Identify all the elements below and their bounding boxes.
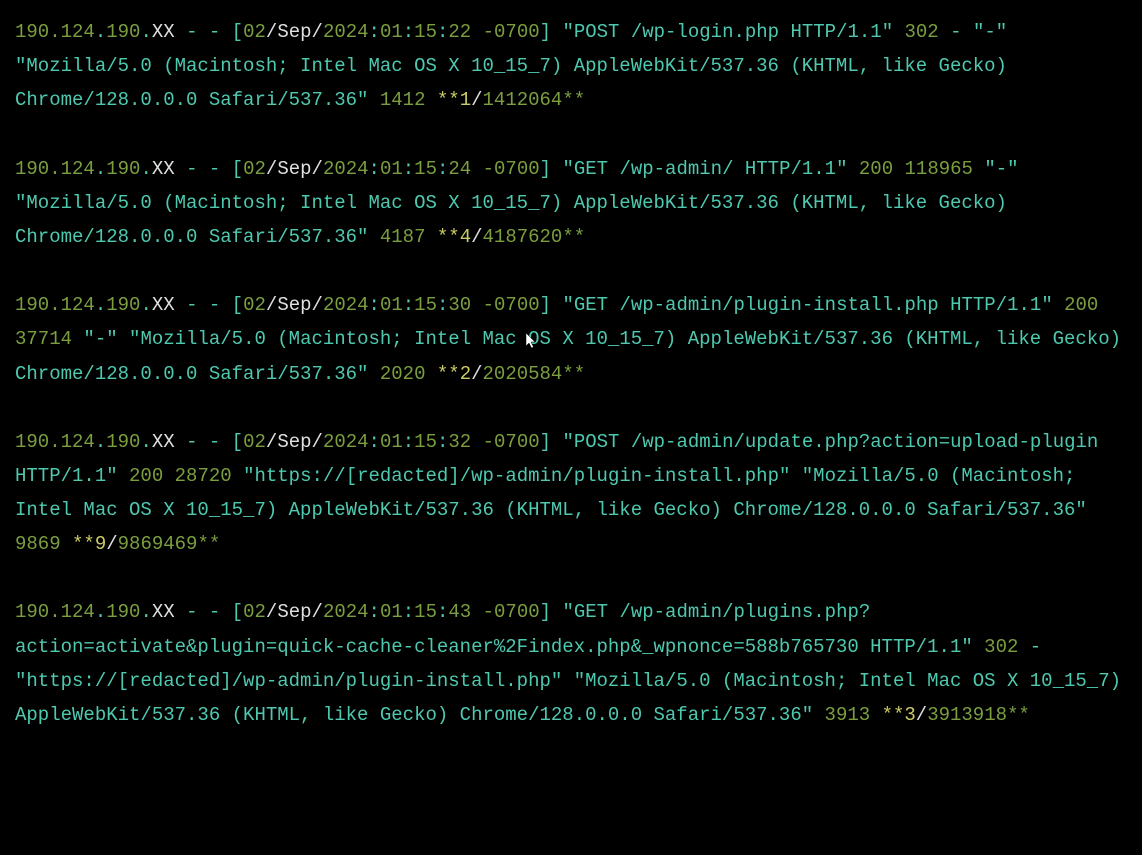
log-day: 02 bbox=[243, 431, 266, 453]
ip-redacted: XX bbox=[152, 601, 175, 623]
log-size: 37714 bbox=[15, 328, 72, 350]
ip-segment: 190 bbox=[106, 294, 140, 316]
ip-segment: 190.124 bbox=[15, 601, 95, 623]
ip-redacted: XX bbox=[152, 158, 175, 180]
log-year: 2024 bbox=[323, 158, 369, 180]
log-timing2: 2020584** bbox=[483, 363, 586, 385]
log-status: 302 bbox=[905, 21, 939, 43]
log-sec: 30 bbox=[448, 294, 471, 316]
ip-redacted: XX bbox=[152, 431, 175, 453]
log-entry: 190.124.190.XX - - [02/Sep/2024:01:15:32… bbox=[15, 425, 1127, 562]
log-timing1: 2020 bbox=[380, 363, 426, 385]
log-min: 15 bbox=[414, 294, 437, 316]
log-day: 02 bbox=[243, 158, 266, 180]
log-timing2: 1412064** bbox=[483, 89, 586, 111]
log-entry: 190.124.190.XX - - [02/Sep/2024:01:15:24… bbox=[15, 152, 1127, 255]
ip-segment: 190 bbox=[106, 158, 140, 180]
ip-segment: 190 bbox=[106, 21, 140, 43]
log-timing1: 1412 bbox=[380, 89, 426, 111]
log-tz: -0700 bbox=[483, 21, 540, 43]
log-request: "GET /wp-admin/plugin-install.php HTTP/1… bbox=[562, 294, 1052, 316]
log-min: 15 bbox=[414, 431, 437, 453]
log-bold-marker: **2 bbox=[437, 363, 471, 385]
ip-segment: 190.124 bbox=[15, 431, 95, 453]
log-month: Sep bbox=[277, 601, 311, 623]
log-day: 02 bbox=[243, 294, 266, 316]
ip-segment: 190.124 bbox=[15, 21, 95, 43]
log-month: Sep bbox=[277, 158, 311, 180]
log-timing2: 9869469** bbox=[118, 533, 221, 555]
log-hour: 01 bbox=[380, 158, 403, 180]
log-tz: -0700 bbox=[483, 431, 540, 453]
log-hour: 01 bbox=[380, 601, 403, 623]
log-year: 2024 bbox=[323, 431, 369, 453]
log-min: 15 bbox=[414, 601, 437, 623]
log-referer: "https://[redacted]/wp-admin/plugin-inst… bbox=[15, 670, 562, 692]
log-entry: 190.124.190.XX - - [02/Sep/2024:01:15:30… bbox=[15, 288, 1127, 391]
log-sec: 32 bbox=[448, 431, 471, 453]
log-month: Sep bbox=[277, 294, 311, 316]
log-status: 200 bbox=[129, 465, 163, 487]
log-sec: 24 bbox=[448, 158, 471, 180]
log-tz: -0700 bbox=[483, 601, 540, 623]
ip-redacted: XX bbox=[152, 21, 175, 43]
log-sec: 43 bbox=[448, 601, 471, 623]
log-timing2: 4187620** bbox=[483, 226, 586, 248]
log-bold-marker: **3 bbox=[882, 704, 916, 726]
log-entry: 190.124.190.XX - - [02/Sep/2024:01:15:22… bbox=[15, 15, 1127, 118]
log-referer: "-" bbox=[984, 158, 1018, 180]
log-year: 2024 bbox=[323, 21, 369, 43]
ip-segment: 190 bbox=[106, 431, 140, 453]
log-referer: "-" bbox=[83, 328, 117, 350]
ip-redacted: XX bbox=[152, 294, 175, 316]
log-request: "POST /wp-login.php HTTP/1.1" bbox=[562, 21, 893, 43]
log-tz: -0700 bbox=[483, 158, 540, 180]
log-status: 200 bbox=[1064, 294, 1098, 316]
log-month: Sep bbox=[277, 431, 311, 453]
log-timing1: 4187 bbox=[380, 226, 426, 248]
log-size: - bbox=[950, 21, 961, 43]
log-sec: 22 bbox=[448, 21, 471, 43]
ip-segment: 190 bbox=[106, 601, 140, 623]
log-status: 302 bbox=[984, 636, 1018, 658]
log-bold-marker: **9 bbox=[72, 533, 106, 555]
ip-segment: 190.124 bbox=[15, 294, 95, 316]
log-year: 2024 bbox=[323, 601, 369, 623]
log-timing1: 9869 bbox=[15, 533, 61, 555]
log-size: 28720 bbox=[175, 465, 232, 487]
log-year: 2024 bbox=[323, 294, 369, 316]
log-hour: 01 bbox=[380, 21, 403, 43]
log-hour: 01 bbox=[380, 431, 403, 453]
access-log: 190.124.190.XX - - [02/Sep/2024:01:15:22… bbox=[15, 15, 1127, 732]
log-entry: 190.124.190.XX - - [02/Sep/2024:01:15:43… bbox=[15, 595, 1127, 732]
log-min: 15 bbox=[414, 21, 437, 43]
log-size: - bbox=[1030, 636, 1041, 658]
log-referer: "-" bbox=[973, 21, 1007, 43]
log-timing2: 3913918** bbox=[927, 704, 1030, 726]
log-month: Sep bbox=[277, 21, 311, 43]
log-referer: "https://[redacted]/wp-admin/plugin-inst… bbox=[243, 465, 790, 487]
log-bold-marker: **4 bbox=[437, 226, 471, 248]
log-request: "GET /wp-admin/ HTTP/1.1" bbox=[562, 158, 847, 180]
log-timing1: 3913 bbox=[825, 704, 871, 726]
log-min: 15 bbox=[414, 158, 437, 180]
log-tz: -0700 bbox=[483, 294, 540, 316]
log-bold-marker: **1 bbox=[437, 89, 471, 111]
log-status: 200 bbox=[859, 158, 893, 180]
log-hour: 01 bbox=[380, 294, 403, 316]
log-size: 118965 bbox=[905, 158, 973, 180]
log-day: 02 bbox=[243, 21, 266, 43]
ip-segment: 190.124 bbox=[15, 158, 95, 180]
log-day: 02 bbox=[243, 601, 266, 623]
